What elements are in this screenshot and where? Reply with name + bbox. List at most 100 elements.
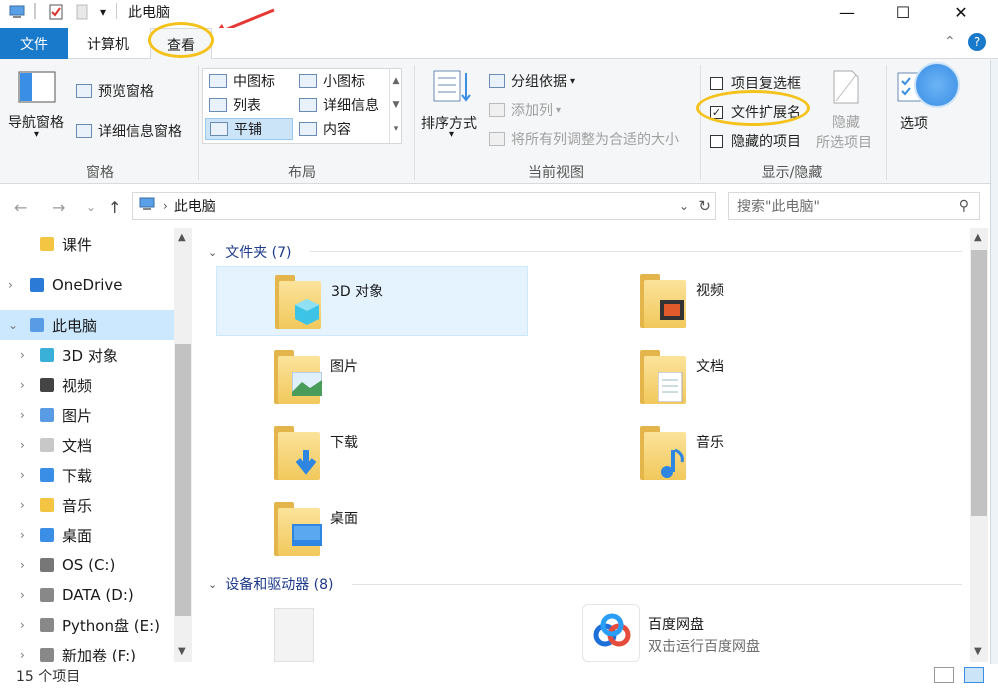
file-extensions-toggle[interactable]: ✓ 文件扩展名 [710, 102, 801, 122]
size-columns-button[interactable]: 将所有列调整为合适的大小 [489, 129, 679, 149]
tree-item[interactable]: › OneDrive [0, 270, 174, 300]
folder-tile[interactable]: 文档 [582, 342, 894, 412]
tab-view[interactable]: 查看 [150, 28, 212, 60]
layout-details[interactable]: 详细信息 [295, 94, 379, 116]
tree-item[interactable]: › 图片 [0, 400, 174, 430]
chevron-right-icon[interactable]: › [8, 278, 13, 292]
tree-item[interactable]: › OS (C:) [0, 550, 174, 580]
scroll-down-icon[interactable]: ▼ [178, 646, 186, 657]
tree-scrollbar[interactable]: ▲ ▼ [174, 228, 192, 662]
chevron-down-icon[interactable]: ⌄ [8, 318, 18, 332]
layout-medium-icons[interactable]: 中图标 [205, 70, 275, 92]
folder-tile[interactable]: 下载 [216, 418, 528, 488]
back-arrow-icon[interactable]: ← [14, 198, 27, 217]
hidden-items-toggle[interactable]: 隐藏的项目 [710, 131, 801, 151]
tree-item-label: 此电脑 [52, 316, 98, 335]
layout-label: 内容 [323, 122, 351, 138]
hide-selected-label-2[interactable]: 所选项目 [816, 132, 872, 152]
scroll-thumb[interactable] [175, 344, 191, 616]
chevron-right-icon[interactable]: › [20, 588, 25, 602]
group-label-layout: 布局 [288, 165, 316, 181]
address-row: ← → ⌄ ↑ › 此电脑 ⌄ ↻ 搜索"此电脑" ⚲ [0, 190, 998, 222]
tree-item[interactable]: › 视频 [0, 370, 174, 400]
tree-item[interactable]: › Python盘 (E:) [0, 610, 174, 640]
devices-group-header[interactable]: ⌄ 设备和驱动器 (8) [208, 574, 334, 594]
nav-pane-icon[interactable] [18, 71, 56, 107]
properties-icon[interactable] [46, 3, 66, 21]
computer-icon[interactable] [8, 3, 28, 21]
collapse-ribbon-icon[interactable]: ⌃ [944, 34, 956, 50]
device-tile[interactable] [216, 604, 528, 662]
folder-tile[interactable]: 图片 [216, 342, 528, 412]
close-button[interactable]: ✕ [932, 0, 990, 24]
content-scrollbar[interactable]: ▲ ▼ [970, 228, 988, 662]
chevron-right-icon[interactable]: › [20, 648, 25, 662]
tree-item[interactable]: › 音乐 [0, 490, 174, 520]
chevron-right-icon[interactable]: › [20, 498, 25, 512]
scroll-down-icon[interactable]: ▼ [974, 646, 982, 657]
chevron-right-icon[interactable]: › [20, 378, 25, 392]
chevron-right-icon[interactable]: › [20, 438, 25, 452]
layout-content[interactable]: 内容 [295, 118, 351, 140]
search-input[interactable]: 搜索"此电脑" ⚲ [728, 192, 980, 220]
scroll-up-icon[interactable]: ▲ [178, 232, 186, 243]
help-icon[interactable]: ? [968, 33, 986, 51]
maximize-button[interactable]: ☐ [874, 0, 932, 24]
preview-pane-button[interactable]: 预览窗格 [76, 81, 154, 101]
large-icons-view-icon[interactable] [964, 667, 984, 683]
layout-small-icons[interactable]: 小图标 [295, 70, 365, 92]
forward-arrow-icon[interactable]: → [52, 198, 65, 217]
folder-tile[interactable]: 视频 [582, 266, 894, 336]
tree-item[interactable]: › 新加卷 (F:) [0, 640, 174, 662]
sort-icon[interactable] [432, 69, 472, 109]
chevron-right-icon[interactable]: › [20, 348, 25, 362]
layout-list[interactable]: 列表 [205, 94, 261, 116]
customize-toolbar-icon[interactable]: ▾ [96, 3, 110, 21]
tree-item[interactable]: › 3D 对象 [0, 340, 174, 370]
item-checkboxes-toggle[interactable]: 项目复选框 [710, 73, 801, 93]
layout-label: 详细信息 [323, 98, 379, 114]
minimize-button[interactable]: — [818, 0, 876, 24]
scroll-up-icon[interactable]: ▲ [974, 232, 982, 243]
chevron-right-icon[interactable]: › [20, 528, 25, 542]
folder-icon [275, 275, 321, 329]
details-pane-button[interactable]: 详细信息窗格 [76, 121, 182, 141]
tree-item[interactable]: ⌄ 此电脑 [0, 310, 174, 340]
refresh-icon[interactable]: ↻ [698, 197, 711, 215]
chevron-down-icon[interactable]: ⌄ [679, 199, 689, 213]
options-button[interactable]: 选项 [900, 113, 928, 133]
folder-tile[interactable]: 音乐 [582, 418, 894, 488]
up-arrow-icon[interactable]: ↑ [108, 198, 121, 217]
folder-icon [274, 502, 322, 556]
chevron-right-icon[interactable]: › [20, 468, 25, 482]
address-bar[interactable]: › 此电脑 ⌄ ↻ [132, 192, 716, 220]
add-columns-button[interactable]: 添加列 ▾ [489, 100, 561, 120]
scroll-thumb[interactable] [971, 250, 987, 516]
tree-item[interactable]: › DATA (D:) [0, 580, 174, 610]
floating-assistant-icon[interactable] [914, 62, 960, 108]
chevron-right-icon[interactable]: › [20, 558, 25, 572]
folders-group-header[interactable]: ⌄ 文件夹 (7) [208, 242, 292, 262]
tab-file[interactable]: 文件 [0, 28, 68, 59]
folder-tile[interactable]: 3D 对象 [216, 266, 528, 336]
chevron-right-icon[interactable]: › [20, 408, 25, 422]
chevron-right-icon[interactable]: › [20, 618, 25, 632]
tree-item-label: 下载 [62, 466, 93, 485]
layout-tiles[interactable]: 平铺 [205, 118, 293, 140]
tree-item[interactable]: 课件 [0, 229, 174, 259]
layout-scroll[interactable]: ▲ ▼ ▾ [389, 69, 402, 143]
new-folder-icon[interactable] [74, 3, 90, 21]
tree-item[interactable]: › 下载 [0, 460, 174, 490]
recent-locations-icon[interactable]: ⌄ [86, 200, 96, 214]
hide-selected-icon[interactable] [832, 69, 860, 109]
tree-item[interactable]: › 文档 [0, 430, 174, 460]
group-by-button[interactable]: 分组依据 ▾ [489, 71, 575, 91]
details-view-icon[interactable] [934, 667, 954, 683]
folder-name: 视频 [696, 283, 724, 299]
folder-tile[interactable]: 桌面 [216, 494, 528, 564]
tab-computer[interactable]: 计算机 [72, 28, 144, 59]
content-pane: ⌄ 文件夹 (7) 3D 对象 视频图片 文档 下载 音乐 桌面 ⌄ 设备和驱动器 (8)… [200, 228, 980, 662]
hide-selected-label-1[interactable]: 隐藏 [832, 112, 860, 132]
tree-item[interactable]: › 桌面 [0, 520, 174, 550]
device-tile[interactable]: 百度网盘 双击运行百度网盘 [582, 604, 894, 662]
